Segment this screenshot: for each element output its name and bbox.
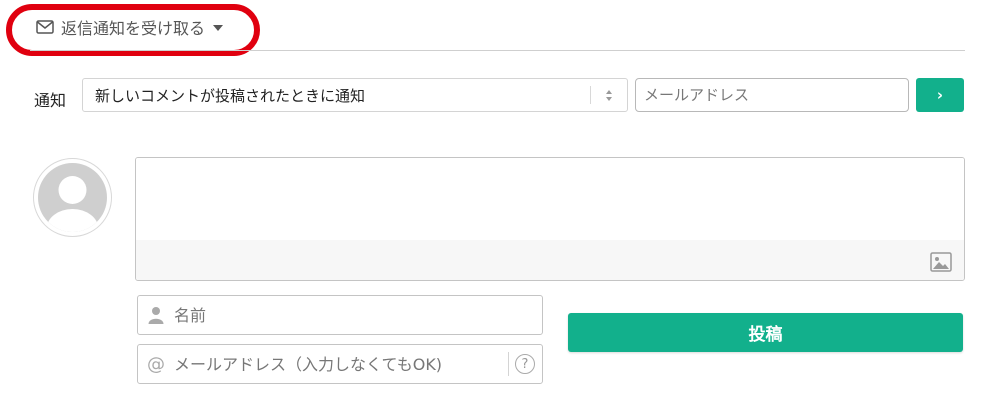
comment-toolbar bbox=[136, 240, 964, 280]
notify-submit-button[interactable]: › bbox=[916, 78, 964, 112]
notify-label: 通知 bbox=[34, 91, 67, 110]
avatar-placeholder-icon bbox=[38, 163, 107, 232]
name-field bbox=[137, 295, 543, 335]
caret-down-icon bbox=[213, 25, 224, 31]
name-input[interactable] bbox=[174, 296, 542, 334]
reply-notify-toggle[interactable]: 返信通知を受け取る bbox=[36, 14, 224, 40]
comment-box bbox=[135, 157, 965, 281]
help-icon[interactable]: ? bbox=[515, 354, 535, 374]
author-email-field: @ ? bbox=[137, 344, 543, 384]
comment-textarea[interactable] bbox=[136, 158, 964, 240]
avatar bbox=[33, 158, 112, 237]
help-separator bbox=[508, 352, 509, 376]
select-arrows-icon bbox=[591, 89, 627, 101]
at-icon: @ bbox=[147, 353, 165, 375]
notify-select[interactable]: 新しいコメントが投稿されたときに通知 bbox=[82, 78, 628, 112]
post-button[interactable]: 投稿 bbox=[568, 313, 963, 352]
notify-select-value: 新しいコメントが投稿されたときに通知 bbox=[95, 86, 366, 105]
author-email-input[interactable] bbox=[174, 345, 508, 383]
divider bbox=[30, 50, 965, 51]
notify-email-input[interactable] bbox=[635, 78, 909, 112]
reply-notify-label: 返信通知を受け取る bbox=[61, 19, 206, 38]
image-icon[interactable] bbox=[930, 252, 952, 272]
person-icon bbox=[138, 306, 174, 324]
mail-icon bbox=[36, 20, 54, 34]
